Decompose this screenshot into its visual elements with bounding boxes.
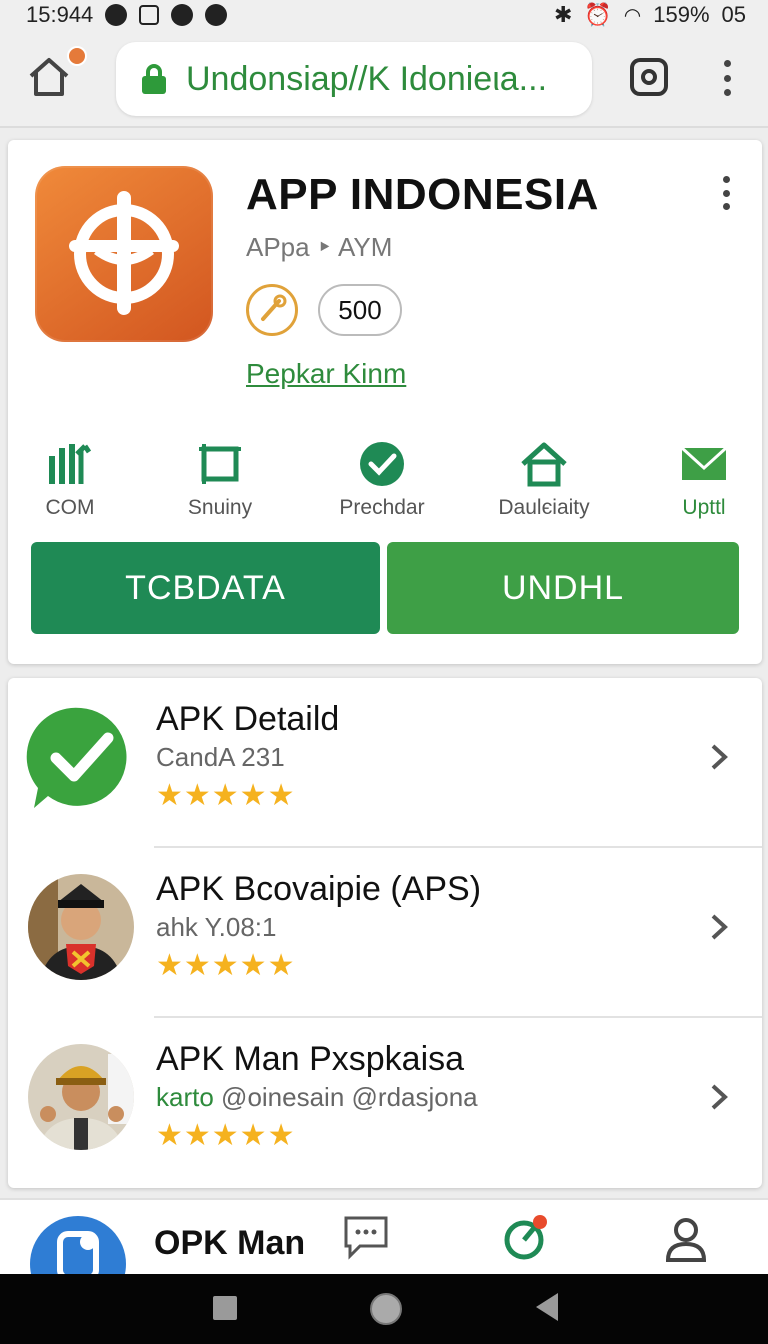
bar-chart-icon [49,444,92,484]
star-rating: ★★★★★ [156,1119,296,1152]
notification-icon [139,5,160,25]
list-item-subtitle: ahk Y.08:1 [156,912,277,942]
app-subtitle: APpa ‣ AYM [246,232,393,262]
app-icon [35,166,213,342]
status-right: ✱ ⏰ ◠ 159% 05 [554,2,746,28]
chevron-right-icon [711,1084,728,1110]
status-bar: 15:944 ✱ ⏰ ◠ 159% 05 [0,0,768,30]
action-row: COM Snuiny Prechdar Daulєiaity Upttl [8,440,762,530]
lock-icon [142,64,166,94]
primary-right-button[interactable]: UNDHL [387,542,739,634]
notification-icon [205,4,228,26]
bottom-nav: OPK Man [0,1198,768,1276]
battery-percent: 159% [653,2,710,27]
green-check-chat-icon [26,707,127,808]
star-rating: ★★★★★ [156,949,296,982]
status-number: 05 [721,2,746,27]
alarm-icon: ⏰ [584,2,612,27]
action-daulieiaity[interactable]: Daulєiaity [474,440,614,520]
action-prechdar[interactable]: Prechdar [312,440,452,520]
action-com[interactable]: COM [0,440,140,520]
app-badge-icon[interactable] [30,1216,126,1276]
url-bar[interactable]: Undonsiap//K Idonieιa... [116,42,592,116]
check-circle-icon [360,442,404,486]
home-icon[interactable] [26,54,72,100]
app-header-card: APP INDONESIA APpa ‣ AYM 500 Pepkar Kinm… [8,140,762,664]
list-item-title: APK Detaild [156,700,340,738]
more-vert-icon[interactable] [722,60,732,96]
list-item-subtitle: karto @oinesain @rdasjona [156,1082,478,1113]
action-label: Prechdar [339,496,425,519]
chat-icon[interactable] [342,1214,390,1262]
status-time: 15:944 [26,2,94,27]
action-label: Daulєiaity [498,496,590,519]
system-nav-bar [0,1274,768,1344]
person-avatar [28,874,134,980]
rating-count-badge: 500 [318,284,402,336]
more-vert-icon[interactable] [722,176,730,210]
list-item[interactable]: APK Bcovaipie (APS) ahk Y.08:1 ★★★★★ [8,848,762,1018]
list-item-title: APK Man Pxspkaisa [156,1040,465,1078]
primary-left-button[interactable]: TCBDATA [31,542,380,634]
list-item[interactable]: APK Detaild CandA 231 ★★★★★ [8,678,762,848]
url-text: Undonsiap//K Idonieιa... [186,59,548,98]
browser-toolbar: Undonsiap//K Idonieιa... [0,30,768,128]
chevron-right-icon [711,744,728,770]
chevron-right-icon [711,914,728,940]
bluetooth-icon: ✱ [553,2,573,27]
speedometer-icon[interactable] [502,1214,550,1262]
notification-icon [171,4,194,26]
developer-link[interactable]: Pepkar Kinm [246,358,406,390]
list-item[interactable]: APK Man Pxspkaisa karto @oinesain @rdasj… [8,1018,762,1188]
list-item-title: APK Bcovaipie (APS) [156,870,482,908]
list-item-subtitle-rest: @oinesain @rdasjona [221,1082,478,1112]
notification-dot [67,46,87,66]
home-circle-icon[interactable] [370,1293,402,1325]
apk-list-card: APK Detaild CandA 231 ★★★★★ APK Bcovaipi… [8,678,762,1188]
instagram-icon[interactable] [630,58,668,96]
frame-icon [199,444,241,484]
crosshair-icon [69,191,179,315]
action-label: Upttl [682,496,726,519]
bottom-nav-app-title: OPK Man [154,1224,306,1262]
status-left: 15:944 [26,2,228,28]
mail-icon [680,446,728,480]
recents-icon[interactable] [213,1296,237,1320]
notification-icon [105,4,128,26]
action-upttl[interactable]: Upttl [634,440,768,520]
profile-icon[interactable] [662,1214,710,1262]
back-icon[interactable] [536,1293,558,1321]
person-avatar [28,1044,134,1150]
wrench-icon [246,284,298,336]
wifi-icon: ◠ [623,4,642,27]
action-label: Snuiny [187,496,253,519]
list-item-subtitle: CandA 231 [156,742,285,772]
house-icon [521,442,567,487]
list-item-subtitle-highlight: karto [156,1082,214,1112]
action-snuiny[interactable]: Snuiny [150,440,290,520]
action-label: COM [45,496,95,519]
star-rating: ★★★★★ [156,779,296,812]
app-title: APP INDONESIA [246,170,599,219]
